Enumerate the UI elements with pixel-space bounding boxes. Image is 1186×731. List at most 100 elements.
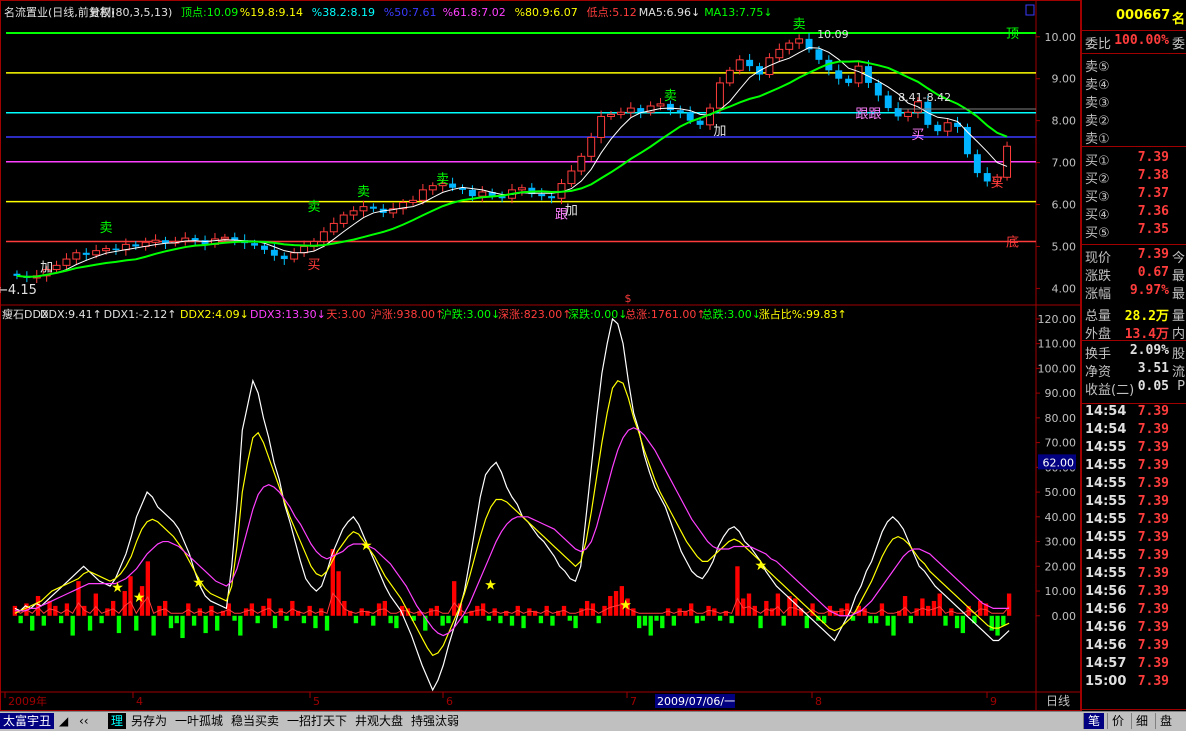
ddx-bar bbox=[1006, 593, 1012, 616]
candle-body bbox=[577, 155, 586, 172]
candle-body bbox=[775, 48, 784, 59]
chart-area[interactable]: 名流置业(日线,前复权)分割(80,3,5,13) 顶点:10.09 %19.8:9… bbox=[0, 0, 1081, 711]
quote-tab-1[interactable]: 价 bbox=[1107, 713, 1128, 729]
signal-label: 买 bbox=[911, 128, 924, 143]
candle-body bbox=[884, 95, 892, 109]
tick-row: 14:55 7.39 bbox=[1082, 440, 1186, 458]
quote-tab-2[interactable]: 细 bbox=[1131, 713, 1152, 729]
xaxis-label: 6 bbox=[446, 695, 453, 708]
ddx-bar bbox=[746, 593, 752, 616]
toolbar-button-4[interactable]: 另存为 bbox=[128, 713, 170, 729]
ddx-bar bbox=[608, 595, 613, 616]
tick-price: 7.39 bbox=[1137, 656, 1169, 671]
buy-level-row: 买① 7.39 bbox=[1082, 150, 1186, 169]
ddx-bar bbox=[267, 598, 272, 616]
main-header-item: %50:7.61 bbox=[384, 6, 437, 19]
indicator-header-item: DDX2:4.09↓ bbox=[180, 308, 249, 321]
ddx-bar bbox=[671, 615, 677, 626]
toolbar-button-8[interactable]: 井观大盘 bbox=[352, 713, 406, 729]
toolbar-button-3[interactable]: 理 bbox=[108, 713, 127, 729]
indicator-header-item: DDX:9.41↑ bbox=[40, 308, 102, 321]
xaxis-label: 2009年 bbox=[8, 694, 47, 708]
tick-price: 7.39 bbox=[1137, 458, 1169, 473]
quote-stat2-row-label: 净资 bbox=[1085, 365, 1112, 380]
ddx-bar bbox=[238, 615, 243, 636]
ddx-bar bbox=[498, 615, 503, 624]
candle-body bbox=[656, 103, 665, 107]
indicator-tick-label: 80.00 bbox=[1045, 412, 1077, 425]
candle-body bbox=[300, 245, 309, 254]
quote-stat2-row-label: 收益(二) bbox=[1085, 383, 1135, 398]
stock-name-tail: 名 bbox=[1171, 12, 1185, 27]
main-header-item: %80.9:6.07 bbox=[515, 6, 578, 19]
indicator-tick-label: 30.00 bbox=[1045, 536, 1077, 549]
dollar-marker: $ bbox=[625, 292, 632, 305]
candle-body bbox=[746, 59, 754, 67]
candle-body bbox=[517, 187, 526, 191]
toolbar-button-2[interactable]: ‹‹ bbox=[76, 713, 92, 729]
tick-price: 7.39 bbox=[1137, 602, 1169, 617]
quote-tab-0[interactable]: 笔 bbox=[1083, 713, 1104, 729]
sell-level-row-label: 卖③ bbox=[1085, 96, 1110, 111]
candle-body bbox=[616, 111, 625, 115]
tick-time: 14:54 bbox=[1085, 404, 1127, 419]
ddx-bar bbox=[700, 615, 705, 621]
candle-body bbox=[251, 243, 259, 246]
toolbar-button-9[interactable]: 持强汰弱 bbox=[408, 713, 462, 729]
ddx-bar bbox=[943, 615, 948, 626]
toolbar-button-0[interactable]: 太富宇丑 bbox=[0, 713, 55, 729]
ddx-bar bbox=[717, 615, 723, 621]
candle-body bbox=[220, 236, 229, 240]
ddx-bar bbox=[93, 593, 98, 616]
candle-body bbox=[538, 194, 546, 197]
tick-time: 14:54 bbox=[1085, 422, 1127, 437]
ddx-bar bbox=[145, 561, 151, 616]
ddx-bar bbox=[521, 615, 526, 629]
candle-body bbox=[934, 124, 942, 132]
indicator-tick-label: 110.00 bbox=[1038, 338, 1077, 351]
peak-price-annotation: 10.09 bbox=[817, 28, 849, 41]
xaxis-label: 8 bbox=[815, 695, 822, 708]
indicator-tick-label: 20.00 bbox=[1045, 560, 1077, 573]
ddx-bar bbox=[775, 593, 781, 616]
toolbar-button-7[interactable]: 一招打天下 bbox=[284, 713, 350, 729]
signal-star: ★ bbox=[619, 597, 632, 613]
ddx-bar bbox=[758, 615, 763, 629]
ddx-bar bbox=[168, 615, 174, 629]
ddx-bar bbox=[35, 595, 41, 616]
tick-price: 7.39 bbox=[1137, 422, 1169, 437]
signal-label: 加 bbox=[713, 124, 726, 139]
candle-body bbox=[567, 170, 576, 185]
quote-tab-3[interactable]: 盘 bbox=[1155, 713, 1176, 729]
ddx-bar bbox=[30, 615, 35, 631]
ddx-bar bbox=[463, 615, 468, 624]
ddx-bar bbox=[255, 615, 260, 624]
ddx-bar bbox=[151, 615, 156, 636]
toolbar-button-6[interactable]: 稳当买卖 bbox=[228, 713, 282, 729]
ddx-bar bbox=[613, 591, 619, 616]
indicator-header-item: 深跌:0.00↓ bbox=[568, 307, 627, 321]
tick-row: 14:55 7.39 bbox=[1082, 548, 1186, 566]
quote-stat-row: 现价 7.39 今 bbox=[1082, 247, 1186, 266]
signal-star: ★ bbox=[755, 558, 768, 574]
toolbar-button-1[interactable]: ◢ bbox=[56, 713, 71, 729]
main-header-item: 分割(80,3,5,13) bbox=[89, 5, 172, 19]
tick-row: 15:00 7.39 bbox=[1082, 674, 1186, 692]
tick-price: 7.39 bbox=[1137, 530, 1169, 545]
candle-body bbox=[349, 210, 358, 216]
ddx-bar bbox=[313, 615, 318, 629]
toolbar-button-5[interactable]: 一叶孤城 bbox=[172, 713, 226, 729]
tick-row: 14:55 7.39 bbox=[1082, 476, 1186, 494]
signal-star: ★ bbox=[133, 590, 146, 606]
buy-level-row: 买④ 7.36 bbox=[1082, 204, 1186, 223]
ddx-bar bbox=[452, 581, 457, 616]
buy-level-row-value: 7.38 bbox=[1137, 168, 1169, 183]
tick-row: 14:56 7.39 bbox=[1082, 620, 1186, 638]
ddx-bar bbox=[301, 615, 307, 624]
candle-body bbox=[696, 120, 704, 125]
ddx-bar bbox=[440, 615, 445, 626]
candle-body bbox=[706, 107, 714, 126]
tick-row: 14:57 7.39 bbox=[1082, 656, 1186, 674]
candle-body bbox=[587, 136, 596, 157]
quote-stat-row-label: 涨跌 bbox=[1085, 269, 1112, 284]
